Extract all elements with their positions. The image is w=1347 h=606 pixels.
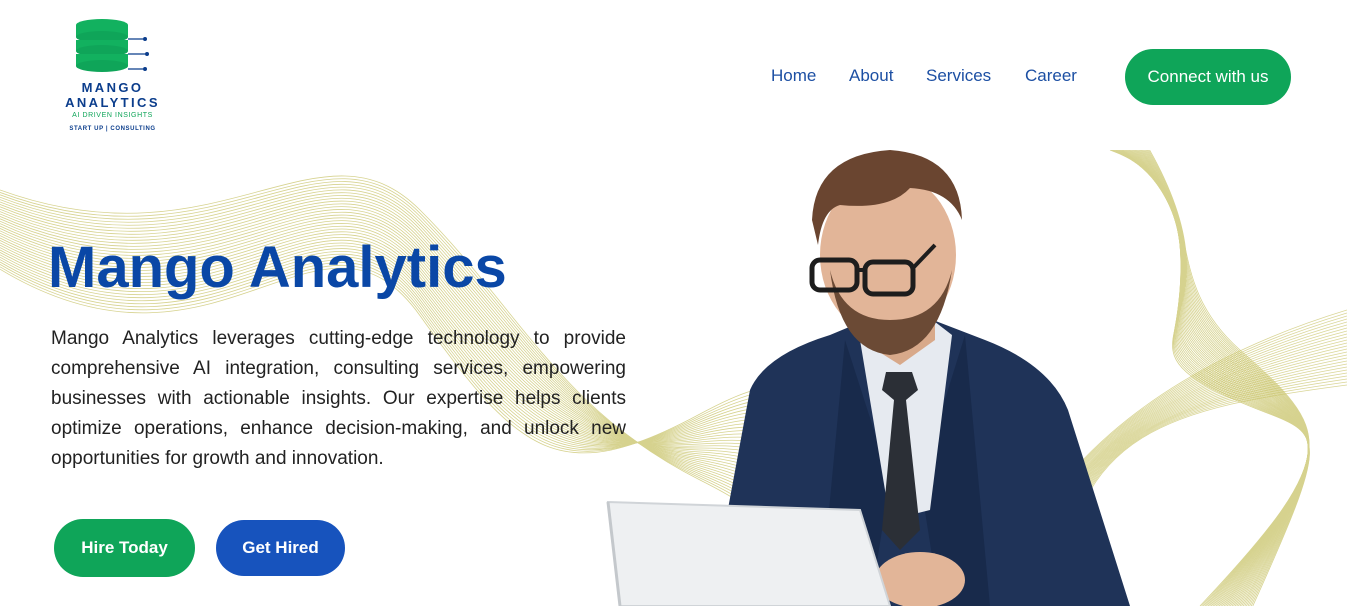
logo-tagline: AI DRIVEN INSIGHTS [72,112,153,119]
nav-about[interactable]: About [849,66,893,86]
logo-subline: START UP | CONSULTING [69,126,156,132]
nav-services[interactable]: Services [926,66,991,86]
nav-career[interactable]: Career [1025,66,1077,86]
connect-with-us-button[interactable]: Connect with us [1125,49,1291,105]
logo-name-line2: ANALYTICS [65,95,160,110]
get-hired-button[interactable]: Get Hired [216,520,345,576]
nav-home[interactable]: Home [771,66,816,86]
businessman-image [606,150,1130,606]
hire-today-button[interactable]: Hire Today [54,519,195,577]
hero-title: Mango Analytics [48,235,507,300]
hero-description: Mango Analytics leverages cutting-edge t… [51,328,626,469]
